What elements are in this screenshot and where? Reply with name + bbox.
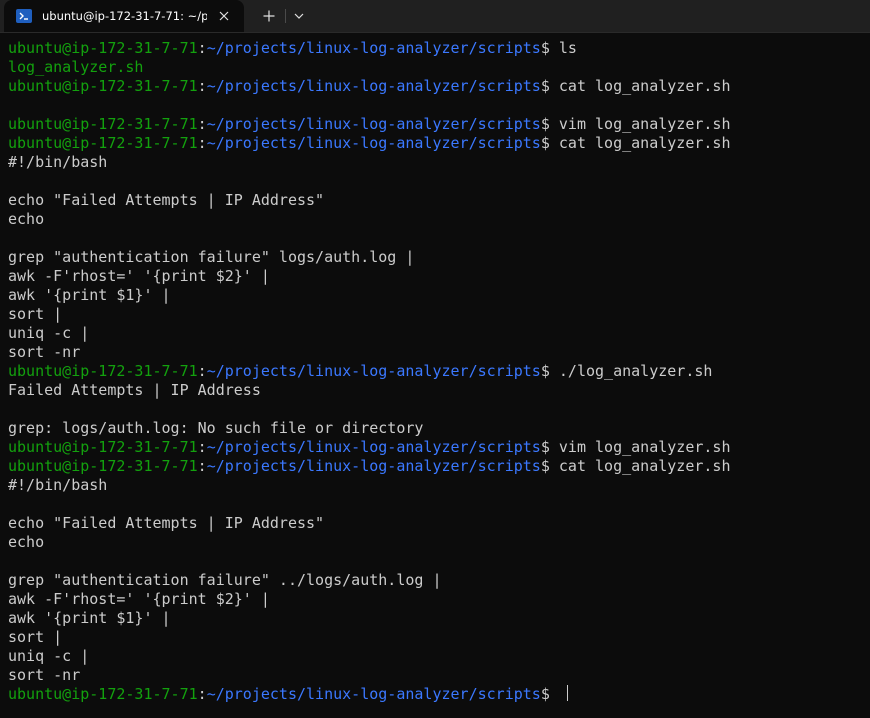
powershell-icon bbox=[16, 9, 32, 23]
prompt-symbol: $ bbox=[540, 685, 559, 703]
command-text: vim log_analyzer.sh bbox=[558, 438, 731, 456]
output-line: sort | bbox=[8, 305, 63, 323]
output-line: echo bbox=[8, 210, 45, 228]
prompt-separator: : bbox=[197, 39, 207, 57]
command-text: cat log_analyzer.sh bbox=[558, 134, 731, 152]
terminal-output[interactable]: ubuntu@ip-172-31-7-71:~/projects/linux-l… bbox=[0, 33, 870, 718]
prompt-user-host: ubuntu@ip-172-31-7-71 bbox=[8, 362, 198, 380]
prompt-symbol: $ bbox=[540, 115, 559, 133]
prompt-symbol: $ bbox=[540, 457, 559, 475]
prompt-separator: : bbox=[197, 77, 207, 95]
output-line: Failed Attempts | IP Address bbox=[8, 381, 261, 399]
prompt-separator: : bbox=[197, 685, 207, 703]
prompt-path: ~/projects/linux-log-analyzer/scripts bbox=[206, 134, 541, 152]
prompt-separator: : bbox=[197, 438, 207, 456]
prompt-symbol: $ bbox=[540, 77, 559, 95]
tab-title: ubuntu@ip-172-31-7-71: ~/pr bbox=[42, 9, 207, 23]
text-cursor bbox=[566, 685, 568, 701]
prompt-path: ~/projects/linux-log-analyzer/scripts bbox=[206, 685, 541, 703]
output-line: echo "Failed Attempts | IP Address" bbox=[8, 191, 325, 209]
output-line: #!/bin/bash bbox=[8, 476, 108, 494]
prompt-user-host: ubuntu@ip-172-31-7-71 bbox=[8, 685, 198, 703]
plus-icon[interactable] bbox=[258, 6, 280, 26]
prompt-line: ubuntu@ip-172-31-7-71:~/projects/linux-l… bbox=[8, 685, 870, 704]
output-line: awk '{print $1}' | bbox=[8, 286, 171, 304]
prompt-user-host: ubuntu@ip-172-31-7-71 bbox=[8, 115, 198, 133]
title-bar: ubuntu@ip-172-31-7-71: ~/pr bbox=[0, 0, 870, 33]
output-line: #!/bin/bash bbox=[8, 153, 108, 171]
output-line: grep "authentication failure" logs/auth.… bbox=[8, 248, 415, 266]
chevron-down-icon[interactable] bbox=[290, 6, 308, 26]
command-text: ./log_analyzer.sh bbox=[558, 362, 713, 380]
prompt-line: ubuntu@ip-172-31-7-71:~/projects/linux-l… bbox=[8, 457, 870, 476]
terminal-tab[interactable]: ubuntu@ip-172-31-7-71: ~/pr bbox=[4, 0, 244, 32]
command-text: cat log_analyzer.sh bbox=[558, 457, 731, 475]
command-text: vim log_analyzer.sh bbox=[558, 115, 731, 133]
prompt-path: ~/projects/linux-log-analyzer/scripts bbox=[206, 115, 541, 133]
prompt-separator: : bbox=[197, 134, 207, 152]
prompt-line: ubuntu@ip-172-31-7-71:~/projects/linux-l… bbox=[8, 115, 870, 134]
output-line: grep: logs/auth.log: No such file or dir… bbox=[8, 419, 424, 437]
prompt-user-host: ubuntu@ip-172-31-7-71 bbox=[8, 457, 198, 475]
output-line: uniq -c | bbox=[8, 324, 90, 342]
prompt-symbol: $ bbox=[540, 39, 559, 57]
prompt-path: ~/projects/linux-log-analyzer/scripts bbox=[206, 39, 541, 57]
prompt-path: ~/projects/linux-log-analyzer/scripts bbox=[206, 77, 541, 95]
prompt-symbol: $ bbox=[540, 438, 559, 456]
output-line: echo bbox=[8, 533, 45, 551]
output-line: echo "Failed Attempts | IP Address" bbox=[8, 514, 325, 532]
prompt-path: ~/projects/linux-log-analyzer/scripts bbox=[206, 362, 541, 380]
output-line: grep "authentication failure" ../logs/au… bbox=[8, 571, 442, 589]
output-line: sort -nr bbox=[8, 343, 81, 361]
prompt-symbol: $ bbox=[540, 362, 559, 380]
prompt-user-host: ubuntu@ip-172-31-7-71 bbox=[8, 39, 198, 57]
prompt-line: ubuntu@ip-172-31-7-71:~/projects/linux-l… bbox=[8, 438, 870, 457]
prompt-user-host: ubuntu@ip-172-31-7-71 bbox=[8, 77, 198, 95]
prompt-line: ubuntu@ip-172-31-7-71:~/projects/linux-l… bbox=[8, 77, 870, 96]
prompt-line: ubuntu@ip-172-31-7-71:~/projects/linux-l… bbox=[8, 362, 870, 381]
close-icon[interactable] bbox=[216, 8, 232, 24]
prompt-separator: : bbox=[197, 457, 207, 475]
toolbar-divider bbox=[285, 9, 286, 23]
output-line: log_analyzer.sh bbox=[8, 58, 144, 76]
prompt-separator: : bbox=[197, 115, 207, 133]
prompt-user-host: ubuntu@ip-172-31-7-71 bbox=[8, 134, 198, 152]
prompt-line: ubuntu@ip-172-31-7-71:~/projects/linux-l… bbox=[8, 134, 870, 153]
prompt-path: ~/projects/linux-log-analyzer/scripts bbox=[206, 438, 541, 456]
output-line: uniq -c | bbox=[8, 647, 90, 665]
output-line: awk '{print $1}' | bbox=[8, 609, 171, 627]
output-line: awk -F'rhost=' '{print $2}' | bbox=[8, 590, 270, 608]
prompt-line: ubuntu@ip-172-31-7-71:~/projects/linux-l… bbox=[8, 39, 870, 58]
output-line: awk -F'rhost=' '{print $2}' | bbox=[8, 267, 270, 285]
output-line: sort | bbox=[8, 628, 63, 646]
prompt-user-host: ubuntu@ip-172-31-7-71 bbox=[8, 438, 198, 456]
prompt-separator: : bbox=[197, 362, 207, 380]
prompt-symbol: $ bbox=[540, 134, 559, 152]
command-text: ls bbox=[558, 39, 577, 57]
command-text: cat log_analyzer.sh bbox=[558, 77, 731, 95]
output-line: sort -nr bbox=[8, 666, 81, 684]
prompt-path: ~/projects/linux-log-analyzer/scripts bbox=[206, 457, 541, 475]
